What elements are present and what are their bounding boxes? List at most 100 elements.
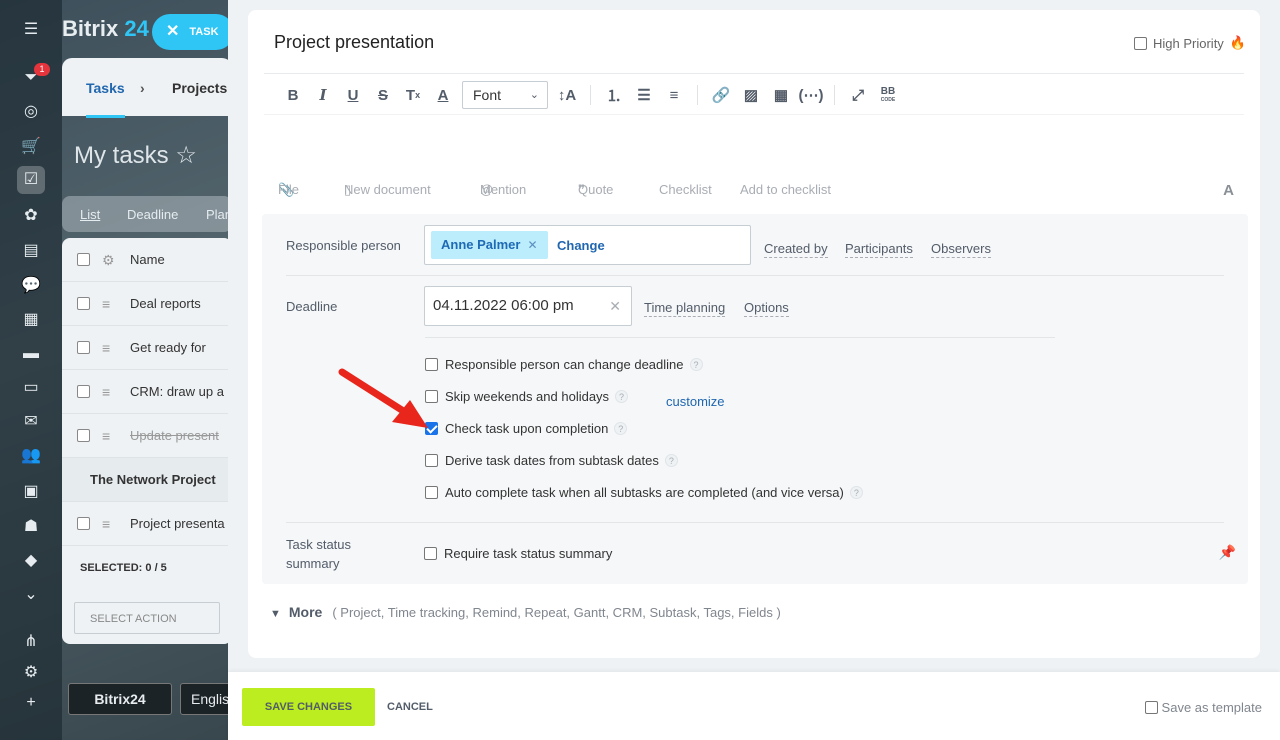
row-checkbox[interactable] bbox=[77, 385, 90, 398]
list-item[interactable]: ≡ CRM: draw up a bbox=[62, 370, 232, 414]
table-icon[interactable]: ▦ bbox=[766, 80, 796, 110]
option-checkbox[interactable] bbox=[425, 454, 438, 467]
cancel-button[interactable]: CANCEL bbox=[387, 701, 433, 713]
help-icon[interactable]: ? bbox=[614, 422, 628, 435]
help-icon[interactable]: ? bbox=[849, 486, 863, 499]
pin-icon[interactable]: 📌 bbox=[1219, 544, 1236, 561]
time-planning-link[interactable]: Time planning bbox=[644, 299, 726, 317]
underline-icon[interactable]: U bbox=[338, 80, 368, 110]
star-icon[interactable]: ☆ bbox=[175, 142, 197, 169]
checklist[interactable]: Checklist bbox=[659, 182, 712, 197]
save-changes-button[interactable]: SAVE CHANGES bbox=[242, 688, 375, 726]
high-priority-toggle[interactable]: High Priority 🔥 bbox=[1134, 35, 1246, 51]
bitrix24-button[interactable]: Bitrix24 bbox=[68, 683, 172, 715]
tab-tasks[interactable]: Tasks bbox=[86, 80, 125, 118]
feed-icon[interactable]: ▤ bbox=[20, 240, 42, 262]
bbcode-icon[interactable]: BB CODE bbox=[873, 80, 903, 110]
row-title[interactable]: Get ready for bbox=[130, 340, 206, 355]
drag-handle-icon[interactable]: ≡ bbox=[102, 296, 110, 312]
link-icon[interactable]: 🔗 bbox=[706, 80, 736, 110]
gear-icon[interactable]: ⚙ bbox=[102, 252, 115, 269]
change-responsible-link[interactable]: Change bbox=[557, 238, 605, 253]
text-color-icon[interactable]: A bbox=[428, 80, 458, 110]
chat-icon[interactable]: 💬 bbox=[20, 275, 42, 297]
high-priority-checkbox[interactable] bbox=[1134, 36, 1148, 50]
responsible-chip[interactable]: Anne Palmer ✕ bbox=[431, 231, 548, 259]
option-responsible-change-deadline[interactable]: Responsible person can change deadline? bbox=[425, 357, 703, 372]
robot-icon[interactable]: ☗ bbox=[20, 516, 42, 538]
drive-icon[interactable]: ▭ bbox=[20, 377, 42, 399]
option-checkbox[interactable] bbox=[425, 486, 438, 499]
remove-icon[interactable]: ✕ bbox=[527, 238, 537, 252]
row-title[interactable]: Deal reports bbox=[130, 296, 201, 311]
box-icon[interactable]: ◆ bbox=[20, 550, 42, 572]
fullscreen-icon[interactable]: ⤢ bbox=[843, 80, 873, 110]
more-label[interactable]: More bbox=[289, 604, 322, 620]
drag-handle-icon[interactable]: ≡ bbox=[102, 516, 110, 532]
clear-icon[interactable]: ✕ bbox=[609, 287, 621, 325]
responsible-input[interactable]: Anne Palmer ✕ Change bbox=[424, 225, 751, 265]
card-icon[interactable]: ▣ bbox=[20, 481, 42, 503]
list-item[interactable]: ≡ Get ready for bbox=[62, 326, 232, 370]
menu-icon[interactable]: ☰ bbox=[20, 19, 42, 41]
option-check-task-upon-completion[interactable]: Check task upon completion? bbox=[425, 421, 628, 436]
row-checkbox[interactable] bbox=[77, 429, 90, 442]
created-by-link[interactable]: Created by bbox=[764, 240, 828, 258]
font-size-icon[interactable]: ↕A bbox=[552, 80, 582, 110]
apps-icon[interactable]: ✿ bbox=[20, 205, 42, 227]
row-title[interactable]: Project presenta bbox=[130, 516, 225, 531]
option-skip-weekends[interactable]: Skip weekends and holidays? bbox=[425, 389, 629, 404]
numbered-list-icon[interactable]: ⒈ bbox=[599, 80, 629, 110]
row-title[interactable]: CRM: draw up a bbox=[130, 384, 224, 399]
italic-icon[interactable]: I bbox=[308, 80, 338, 110]
bullet-list-icon[interactable]: ☰ bbox=[629, 80, 659, 110]
group-row[interactable]: The Network Project bbox=[62, 458, 232, 502]
save-as-template-checkbox[interactable] bbox=[1144, 701, 1158, 714]
view-deadline[interactable]: Deadline bbox=[127, 207, 178, 222]
option-auto-complete[interactable]: Auto complete task when all subtasks are… bbox=[425, 485, 863, 500]
sitemap-icon[interactable]: ⋔ bbox=[20, 631, 42, 653]
more-section[interactable]: ▼ More ( Project, Time tracking, Remind, R… bbox=[270, 604, 781, 620]
row-checkbox[interactable] bbox=[77, 517, 90, 530]
options-link[interactable]: Options bbox=[744, 299, 789, 317]
option-derive-dates[interactable]: Derive task dates from subtask dates? bbox=[425, 453, 678, 468]
bold-icon[interactable]: B bbox=[278, 80, 308, 110]
app-logo[interactable]: Bitrix 24 bbox=[62, 16, 149, 42]
settings-icon[interactable]: ⚙ bbox=[20, 662, 42, 684]
calendar-icon[interactable]: ▦ bbox=[20, 309, 42, 331]
select-all-checkbox[interactable] bbox=[77, 253, 90, 266]
tasks-icon[interactable]: ☑ bbox=[17, 166, 45, 194]
help-icon[interactable]: ? bbox=[689, 358, 703, 371]
drag-handle-icon[interactable]: ≡ bbox=[102, 428, 110, 444]
clear-format-icon[interactable]: Tx bbox=[398, 80, 428, 110]
strikethrough-icon[interactable]: S bbox=[368, 80, 398, 110]
option-checkbox[interactable] bbox=[424, 547, 437, 560]
mail-icon[interactable]: ✉ bbox=[20, 411, 42, 433]
customize-link[interactable]: customize bbox=[666, 394, 725, 409]
option-require-status-summary[interactable]: Require task status summary bbox=[424, 546, 612, 561]
row-title[interactable]: Update present bbox=[130, 428, 219, 443]
list-item[interactable]: ≡ Deal reports bbox=[62, 282, 232, 326]
select-action-dropdown[interactable]: SELECT ACTION bbox=[74, 602, 220, 634]
image-icon[interactable]: ▨ bbox=[736, 80, 766, 110]
list-item[interactable]: ≡ Project presenta bbox=[62, 502, 232, 546]
font-select[interactable]: Font ⌄ bbox=[462, 81, 548, 109]
drag-handle-icon[interactable]: ≡ bbox=[102, 384, 110, 400]
help-icon[interactable]: ? bbox=[664, 454, 678, 467]
participants-link[interactable]: Participants bbox=[845, 240, 913, 258]
help-icon[interactable]: ? bbox=[615, 390, 629, 403]
list-item[interactable]: ≡ Update present bbox=[62, 414, 232, 458]
cart-icon[interactable]: 🛒 bbox=[20, 136, 42, 158]
target-icon[interactable]: ◎ bbox=[20, 101, 42, 123]
more-apps-icon[interactable]: ⌄ bbox=[20, 584, 42, 606]
align-icon[interactable]: ≡ bbox=[659, 80, 689, 110]
tab-projects[interactable]: › Projects bbox=[140, 80, 227, 96]
document-icon[interactable]: ▬ bbox=[20, 343, 42, 365]
row-checkbox[interactable] bbox=[77, 341, 90, 354]
add-icon[interactable]: + bbox=[20, 692, 42, 714]
view-list[interactable]: List bbox=[80, 207, 100, 222]
row-checkbox[interactable] bbox=[77, 297, 90, 310]
language-button[interactable]: English bbox=[180, 683, 232, 715]
drag-handle-icon[interactable]: ≡ bbox=[102, 340, 110, 356]
deadline-input[interactable]: 04.11.2022 06:00 pm ✕ bbox=[424, 286, 632, 326]
